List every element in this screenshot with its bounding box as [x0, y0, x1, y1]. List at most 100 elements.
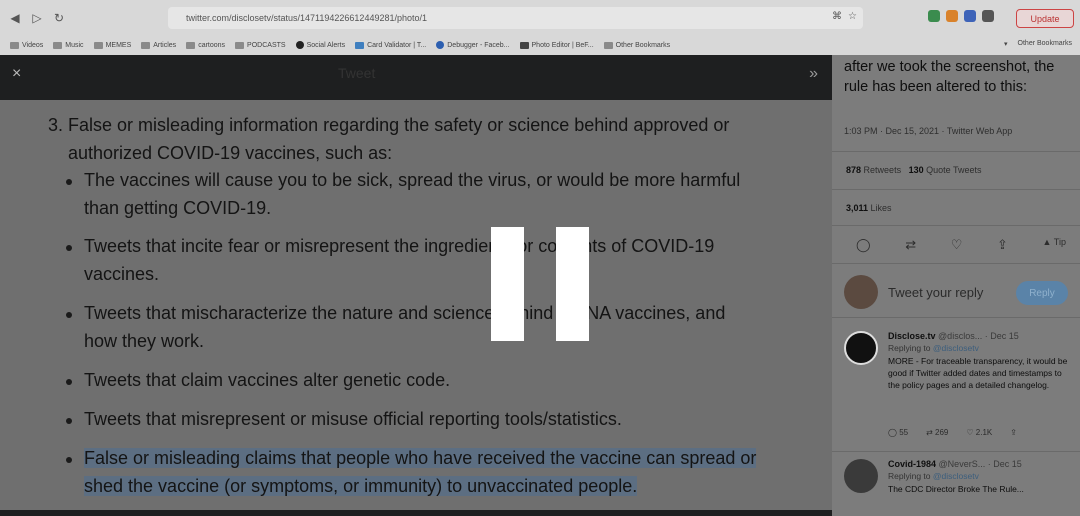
folder-icon	[186, 41, 196, 49]
highlighted-text: False or misleading claims that people w…	[84, 448, 757, 468]
reload-icon[interactable]: ↻	[48, 7, 70, 29]
bullet-2-line2: vaccines.	[84, 264, 160, 284]
bullet-6-line2: shed the vaccine (or symptoms, or immuni…	[84, 472, 638, 500]
bullet-3-line1: Tweets that mischaracterize the nature a…	[84, 303, 726, 323]
folder-icon	[141, 41, 151, 49]
extension-blue-icon[interactable]	[964, 10, 976, 22]
bookmark-item[interactable]: MEMES	[93, 41, 131, 49]
avatar[interactable]	[844, 275, 878, 309]
retweets-label[interactable]: Retweets	[864, 165, 902, 175]
folder-icon	[10, 41, 19, 49]
twitter-icon	[355, 41, 365, 49]
folder-icon	[93, 41, 103, 49]
befunky-icon	[519, 41, 529, 49]
reply-author[interactable]: Covid-1984 @NeverS... · Dec 15	[888, 459, 1022, 469]
expand-sidebar-icon[interactable]: »	[809, 65, 818, 83]
browser-chrome: ◀ ▷ ↻ twitter.com/disclosetv/status/1471…	[0, 0, 1080, 55]
extensions	[928, 10, 994, 22]
like-icon[interactable]: ♡ 2.1K	[966, 428, 992, 437]
likes-count[interactable]: 3,011	[846, 203, 868, 213]
bookmark-item[interactable]: Other Bookmarks	[603, 41, 670, 49]
photo-viewer: × Tweet » 3. False or misleading informa…	[0, 55, 832, 516]
retweet-icon[interactable]: ⇄	[905, 237, 916, 253]
github-icon	[295, 41, 304, 49]
back-icon[interactable]: ◀	[4, 7, 26, 29]
bookmark-item[interactable]: Debugger - Faceb...	[436, 41, 510, 49]
avatar[interactable]	[844, 459, 878, 493]
policy-screenshot: 3. False or misleading information regar…	[0, 100, 832, 510]
likes-stat[interactable]: 3,011 Likes	[846, 203, 892, 213]
bullet-1-line2: than getting COVID-19.	[84, 198, 272, 218]
likes-label[interactable]: Likes	[871, 203, 892, 213]
bookmark-item[interactable]: Music	[53, 41, 84, 49]
highlighted-text: shed the vaccine (or symptoms, or immuni…	[84, 476, 638, 496]
address-bar-icons: ⌘ ☆	[832, 11, 857, 22]
tweet-sidebar: after we took the screenshot, the rule h…	[832, 55, 1080, 516]
bookmark-item[interactable]: Photo Editor | BeF...	[519, 41, 594, 49]
viewer-bottom-bar	[0, 510, 832, 516]
reply-author[interactable]: Disclose.tv @disclos... · Dec 15	[888, 331, 1019, 341]
tweet-timestamp[interactable]: 1:03 PM · Dec 15, 2021 · Twitter Web App	[844, 126, 1012, 136]
bullet-icon	[66, 312, 72, 318]
bullet-1-line1: The vaccines will cause you to be sick, …	[84, 170, 741, 190]
bookmark-item[interactable]: PODCASTS	[235, 41, 286, 49]
divider	[832, 263, 1080, 264]
address-bar[interactable]: twitter.com/disclosetv/status/1471194226…	[168, 7, 863, 29]
bookmarks-right[interactable]: ▾ Other Bookmarks	[1004, 40, 1072, 48]
quotes-count[interactable]: 130	[909, 165, 924, 175]
bookmark-item[interactable]: Card Validator | T...	[355, 41, 426, 49]
bookmark-item[interactable]: Social Alerts	[295, 41, 345, 49]
extension-puzzle-icon[interactable]	[982, 10, 994, 22]
quotes-label[interactable]: Quote Tweets	[926, 165, 981, 175]
reply-button[interactable]: Reply	[1016, 281, 1068, 305]
bookmark-item[interactable]: Videos	[10, 41, 43, 49]
share-icon[interactable]: ⇪	[1010, 428, 1017, 437]
item-intro-line1: 3. False or misleading information regar…	[48, 115, 730, 135]
facebook-icon	[436, 41, 445, 49]
folder-icon	[235, 41, 245, 49]
tweet-actions: ◯ ⇄ ♡ ⇪ ▲ Tip	[856, 237, 1066, 253]
bullet-icon	[66, 457, 72, 463]
divider	[832, 317, 1080, 318]
close-icon[interactable]: ×	[12, 65, 21, 83]
like-icon[interactable]: ♡	[951, 237, 963, 253]
pause-icon-left-bar[interactable]	[491, 227, 524, 341]
divider	[832, 451, 1080, 452]
reply-input[interactable]: Tweet your reply	[888, 285, 983, 300]
extension-fox-icon[interactable]	[946, 10, 958, 22]
share-icon[interactable]: ⌘	[832, 11, 842, 22]
tweet-text: after we took the screenshot, the rule h…	[844, 59, 1055, 95]
bullet-4-line1: Tweets that claim vaccines alter genetic…	[84, 370, 451, 390]
divider	[832, 151, 1080, 152]
url-text: twitter.com/disclosetv/status/1471194226…	[186, 13, 428, 23]
folder-icon	[53, 41, 63, 49]
retweet-icon[interactable]: ⇄ 269	[926, 428, 948, 437]
header-title: Tweet	[338, 65, 376, 81]
reply-composer: Tweet your reply Reply	[844, 275, 1070, 311]
replying-to: Replying to @disclosetv	[888, 471, 979, 481]
pause-icon-right-bar[interactable]	[556, 227, 589, 341]
bullet-icon	[66, 245, 72, 251]
bookmark-item[interactable]: Articles	[141, 41, 176, 49]
bullet-6-line1: False or misleading claims that people w…	[84, 444, 757, 472]
avatar[interactable]	[844, 331, 878, 365]
forward-icon[interactable]: ▷	[26, 7, 48, 29]
bookmark-star-icon[interactable]: ☆	[848, 11, 857, 22]
extension-green-icon[interactable]	[928, 10, 940, 22]
chevron-down-icon[interactable]: ▾	[1004, 40, 1008, 48]
update-button[interactable]: Update	[1016, 9, 1074, 28]
bullet-3-line2: how they work.	[84, 331, 205, 351]
mention-link[interactable]: @disclosetv	[933, 343, 979, 353]
share-icon[interactable]: ⇪	[997, 237, 1008, 253]
bullet-5-line1: Tweets that misrepresent or misuse offic…	[84, 409, 622, 429]
bookmarks-bar: Videos Music MEMES Articles cartoons POD…	[0, 36, 1080, 54]
mention-link[interactable]: @disclosetv	[933, 471, 979, 481]
tip-icon[interactable]: ▲ Tip	[1043, 237, 1066, 253]
bullet-icon	[66, 179, 72, 185]
replying-to: Replying to @disclosetv	[888, 343, 979, 353]
retweets-count[interactable]: 878	[846, 165, 861, 175]
other-bookmarks-link[interactable]: Other Bookmarks	[1018, 40, 1072, 48]
bookmark-item[interactable]: cartoons	[186, 41, 225, 49]
reply-icon[interactable]: ◯	[856, 237, 871, 253]
reply-icon[interactable]: ◯ 55	[888, 428, 908, 437]
